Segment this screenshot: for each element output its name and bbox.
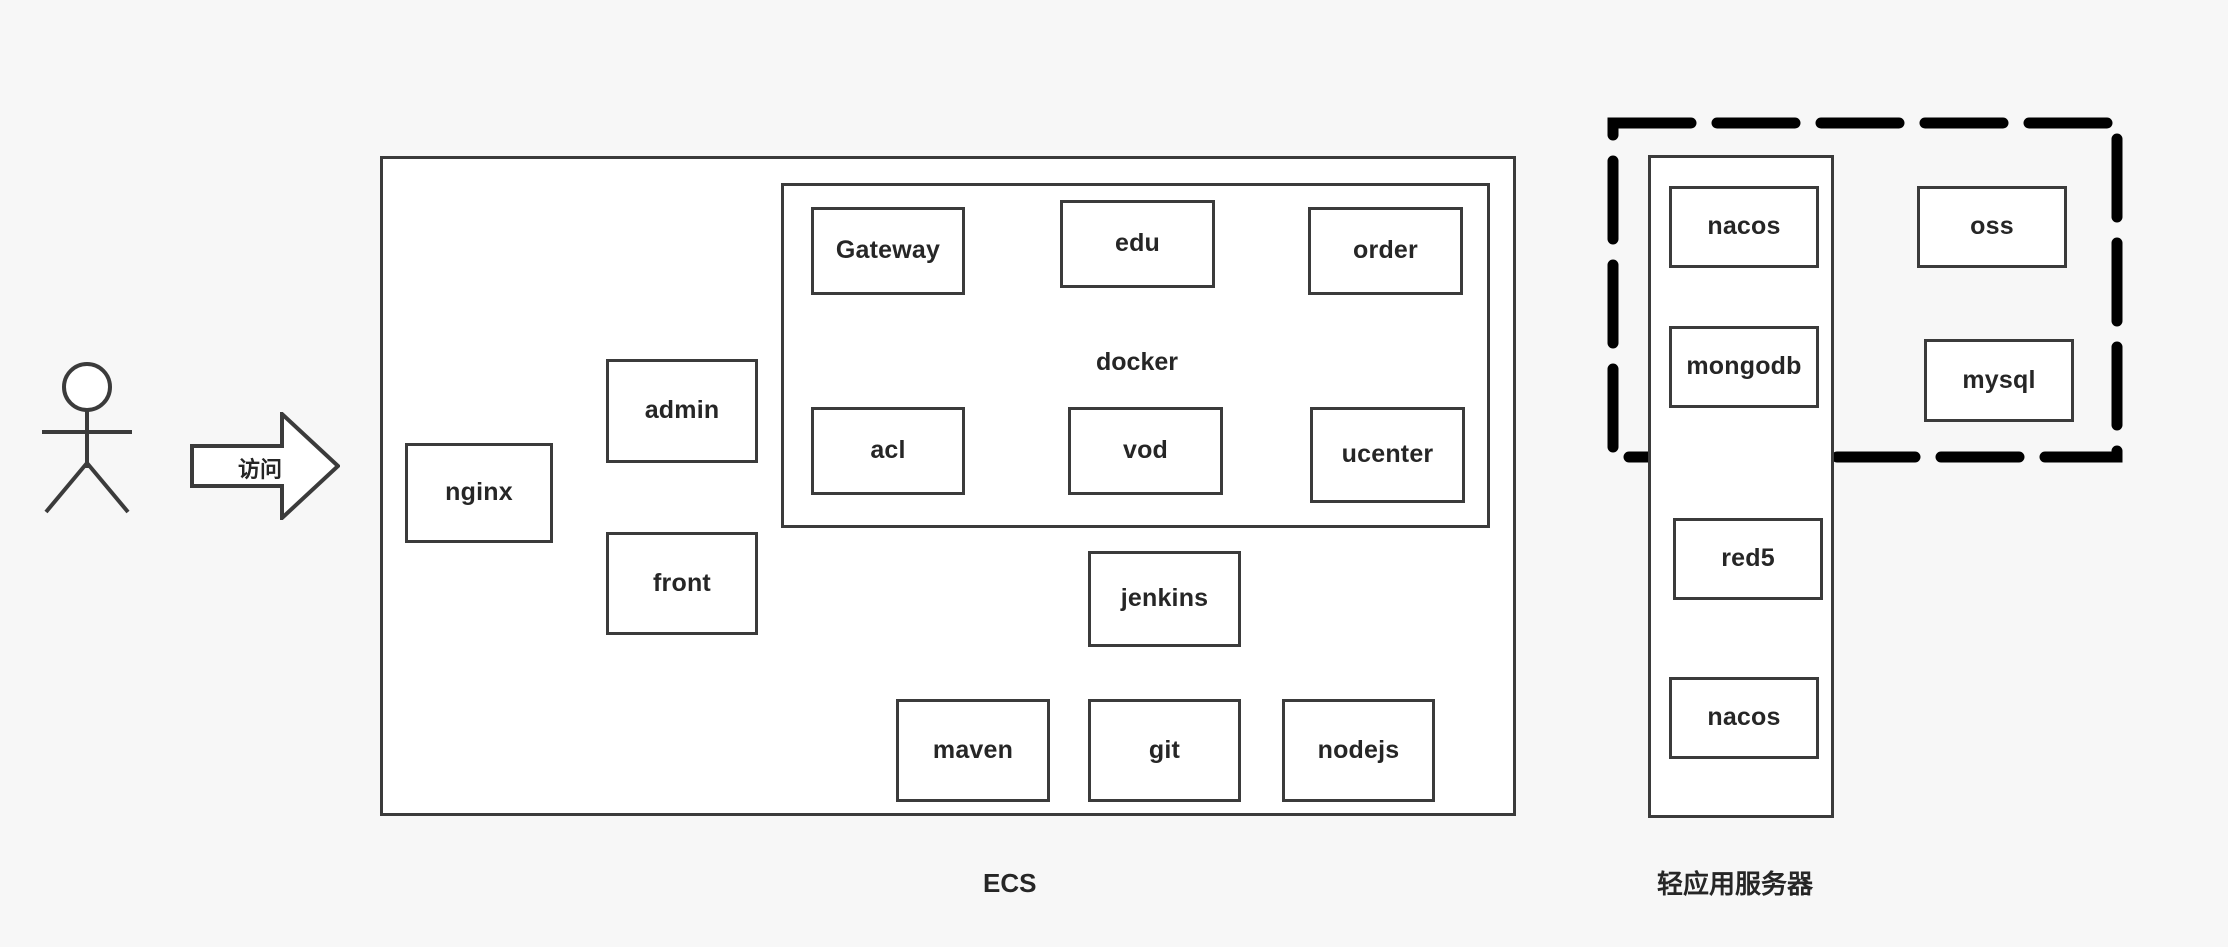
node-nacos-top-label: nacos [1707, 212, 1781, 241]
node-acl-label: acl [870, 436, 906, 465]
node-gateway-label: Gateway [835, 236, 941, 265]
node-red5-label: red5 [1721, 544, 1775, 573]
node-jenkins-label: jenkins [1120, 584, 1209, 613]
node-order-label: order [1353, 236, 1418, 265]
node-mysql-label: mysql [1962, 365, 2036, 394]
docker-label: docker [1096, 348, 1178, 376]
node-mysql[interactable]: mysql [1924, 339, 2074, 422]
node-front-label: front [653, 568, 711, 597]
node-edu-label: edu [1114, 229, 1161, 258]
access-arrow-label: 访问 [238, 457, 283, 482]
node-admin-label: admin [644, 396, 720, 425]
node-maven-label: maven [932, 735, 1014, 764]
node-oss[interactable]: oss [1917, 186, 2067, 268]
node-maven[interactable]: maven [896, 699, 1050, 802]
node-git[interactable]: git [1088, 699, 1241, 802]
node-edu[interactable]: edu [1060, 200, 1215, 288]
node-oss-label: oss [1970, 212, 2014, 241]
node-jenkins[interactable]: jenkins [1088, 551, 1241, 647]
node-nodejs[interactable]: nodejs [1282, 699, 1435, 802]
node-mongodb-label: mongodb [1686, 352, 1802, 381]
node-mongodb[interactable]: mongodb [1669, 326, 1819, 408]
node-order[interactable]: order [1308, 207, 1463, 295]
node-nginx-label: nginx [445, 478, 513, 507]
node-ucenter-label: ucenter [1341, 440, 1434, 469]
ecs-caption: ECS [983, 868, 1037, 898]
node-nacos-bottom-label: nacos [1707, 703, 1781, 732]
node-acl[interactable]: acl [811, 407, 965, 495]
node-front[interactable]: front [606, 532, 758, 635]
node-nacos-top[interactable]: nacos [1669, 186, 1819, 268]
node-nginx[interactable]: nginx [405, 443, 553, 543]
user-actor [32, 360, 142, 520]
node-vod-label: vod [1122, 436, 1169, 465]
node-vod[interactable]: vod [1068, 407, 1223, 495]
node-nodejs-label: nodejs [1317, 735, 1400, 764]
node-git-label: git [1148, 735, 1181, 764]
node-ucenter[interactable]: ucenter [1310, 407, 1465, 503]
node-gateway[interactable]: Gateway [811, 207, 965, 295]
node-red5[interactable]: red5 [1673, 518, 1823, 600]
light-server-caption: 轻应用服务器 [1657, 869, 1814, 899]
node-nacos-bottom[interactable]: nacos [1669, 677, 1819, 759]
diagram-canvas: 访问 nginx admin front docker Gateway edu … [0, 0, 2228, 947]
node-admin[interactable]: admin [606, 359, 758, 463]
